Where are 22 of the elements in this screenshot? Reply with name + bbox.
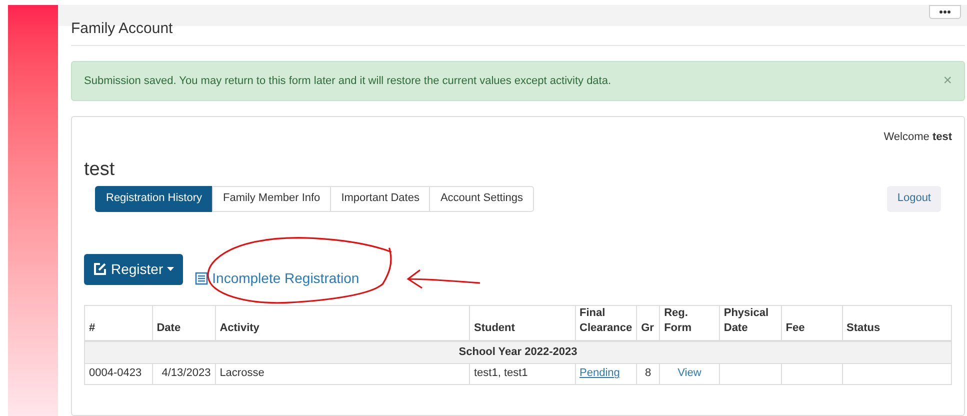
logout-button[interactable]: Logout [887,186,941,212]
register-button[interactable]: Register [84,254,184,284]
list-icon [195,272,208,284]
table-cell: Lacrosse [220,367,264,380]
page-title: Family Account [71,18,174,38]
tab[interactable]: Registration History [95,186,213,212]
group-header: School Year 2022-2023 [84,341,952,363]
incomplete-registration-link[interactable]: Incomplete Registration [195,268,360,288]
tab[interactable]: Account Settings [429,186,534,212]
caret-icon [167,267,174,271]
table-cell: 0004-0423 [89,367,142,380]
alert-message: Submission saved. You may return to this form later and it will restore the current values except activity data. [84,74,612,89]
welcome-text: Welcome test [884,130,952,145]
tab[interactable]: Important Dates [330,186,430,212]
account-name: test [84,158,116,182]
more-button[interactable] [929,5,961,19]
table-cell: test1, test1 [474,367,528,380]
table-cell: 4/13/2023 [162,367,211,380]
table-cell: 8 [645,367,652,380]
more-icon [939,10,951,14]
edit-icon [93,262,107,276]
tab[interactable]: Family Member Info [212,186,332,212]
